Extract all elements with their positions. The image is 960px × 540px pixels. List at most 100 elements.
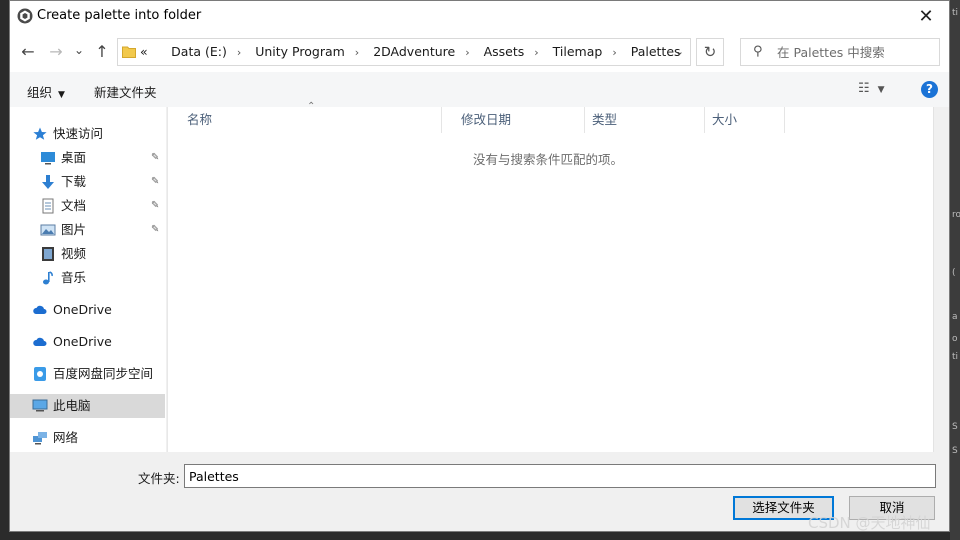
sidebar-item-label: 音乐 — [61, 270, 87, 285]
column-header-label: 修改日期 — [461, 112, 512, 127]
sidebar-item-label: 图片 — [61, 222, 87, 237]
navigation-bar: ← → ⌄ ↑ « Data (E:) › Unity Program › 2DAd… — [10, 32, 949, 72]
column-header-date[interactable]: 修改日期 — [442, 107, 585, 133]
caret-down-icon: ▼ — [58, 90, 65, 100]
sidebar-item-label: OneDrive — [53, 302, 112, 317]
sidebar-item-baidu-netdisk[interactable]: 百度网盘同步空间 — [10, 362, 165, 386]
dialog-title: Create palette into folder — [37, 8, 202, 23]
chevron-right-icon[interactable]: › — [465, 46, 469, 59]
folder-field-label: 文件夹: — [138, 471, 180, 486]
vertical-scrollbar[interactable] — [933, 107, 949, 452]
sidebar-item-onedrive[interactable]: OneDrive — [10, 298, 165, 322]
column-header-label: 类型 — [592, 112, 618, 127]
column-header-type[interactable]: 类型 — [585, 107, 705, 133]
organize-menu-button[interactable]: 组织 ▼ — [27, 82, 65, 101]
chevron-right-icon[interactable]: › — [355, 46, 359, 59]
up-button[interactable]: ↑ — [92, 42, 112, 62]
cloud-icon — [33, 337, 47, 346]
column-header-label: 名称 — [187, 112, 213, 127]
sidebar-item-label: 此电脑 — [53, 398, 91, 413]
star-icon — [33, 127, 47, 140]
background-text-fragment: S — [952, 446, 958, 456]
picture-icon — [40, 224, 56, 236]
chevron-right-icon[interactable]: › — [612, 46, 616, 59]
breadcrumb-item[interactable]: 2DAdventure — [373, 44, 455, 59]
recent-locations-button[interactable]: ⌄ — [72, 40, 86, 60]
sidebar-item-this-pc[interactable]: 此电脑 — [10, 394, 165, 418]
breadcrumb-item[interactable]: Assets — [484, 44, 525, 59]
sidebar-item-label: 桌面 — [61, 150, 87, 165]
close-button[interactable]: ✕ — [903, 1, 949, 32]
refresh-icon: ↻ — [703, 43, 717, 61]
background-text-fragment: ro — [952, 210, 960, 220]
help-icon: ? — [926, 82, 933, 96]
empty-results-message: 没有与搜索条件匹配的项。 — [472, 152, 623, 167]
breadcrumb-item[interactable]: Data (E:) — [171, 44, 227, 59]
document-icon — [42, 198, 54, 214]
organize-label: 组织 — [27, 85, 53, 100]
background-text-fragment: o — [952, 334, 958, 344]
background-text-fragment: S — [952, 422, 958, 432]
new-folder-label: 新建文件夹 — [94, 85, 157, 100]
search-icon: ⚲ — [753, 44, 763, 59]
view-list-icon: ☷ — [858, 81, 870, 96]
help-button[interactable]: ? — [921, 81, 938, 98]
pin-icon[interactable]: ✎ — [151, 194, 159, 218]
chevron-right-icon[interactable]: › — [534, 46, 538, 59]
background-text-fragment: ( — [952, 268, 956, 278]
desktop-icon — [41, 152, 55, 165]
cloud-icon — [33, 305, 47, 314]
sidebar-item-label: OneDrive — [53, 334, 112, 349]
breadcrumb-item[interactable]: Unity Program — [255, 44, 345, 59]
chevron-down-icon: ⌄ — [73, 43, 85, 57]
address-bar[interactable]: « Data (E:) › Unity Program › 2DAdventure ›… — [117, 38, 691, 66]
sidebar-item-label: 文档 — [61, 198, 87, 213]
caret-down-icon: ▼ — [877, 85, 885, 95]
search-input[interactable] — [777, 42, 933, 62]
column-header-name[interactable]: 名称 — [168, 107, 442, 133]
address-dropdown-icon[interactable]: ⌄ — [675, 45, 684, 58]
sidebar-item-pictures[interactable]: 图片 ✎ — [10, 218, 165, 242]
breadcrumb-item[interactable]: Tilemap — [553, 44, 603, 59]
sidebar-item-music[interactable]: 音乐 — [10, 266, 165, 290]
computer-icon — [32, 399, 48, 412]
unity-logo-icon — [17, 8, 33, 24]
column-header-label: 大小 — [712, 112, 738, 127]
background-text-fragment: a — [952, 312, 958, 322]
title-bar: Create palette into folder ✕ — [10, 1, 949, 32]
baidu-netdisk-icon — [34, 367, 46, 381]
sidebar-item-desktop[interactable]: 桌面 ✎ — [10, 146, 165, 170]
back-button[interactable]: ← — [18, 42, 38, 62]
sidebar-item-quick-access[interactable]: 快速访问 — [10, 122, 165, 146]
navigation-pane: 快速访问 桌面 ✎ 下载 ✎ 文档 ✎ 图片 ✎ 视频 音乐 OneDrive … — [10, 107, 166, 452]
search-box[interactable]: ⚲ — [740, 38, 940, 66]
sidebar-item-label: 百度网盘同步空间 — [53, 366, 154, 381]
background-editor-strip: ti ro ( a o ti S S — [950, 0, 960, 540]
refresh-button[interactable]: ↻ — [696, 38, 724, 66]
sidebar-item-videos[interactable]: 视频 — [10, 242, 165, 266]
pin-icon[interactable]: ✎ — [151, 146, 159, 170]
column-header-size[interactable]: 大小 — [705, 107, 785, 133]
sidebar-item-downloads[interactable]: 下载 ✎ — [10, 170, 165, 194]
background-text-fragment: ti — [952, 8, 959, 18]
new-folder-button[interactable]: 新建文件夹 — [94, 82, 157, 101]
folder-name-field[interactable] — [184, 464, 936, 488]
pin-icon[interactable]: ✎ — [151, 170, 159, 194]
download-icon — [42, 175, 54, 189]
pin-icon[interactable]: ✎ — [151, 218, 159, 242]
breadcrumb-item[interactable]: Palettes — [631, 44, 681, 59]
breadcrumb: « Data (E:) › Unity Program › 2DAdventure ›… — [140, 39, 681, 65]
forward-button[interactable]: → — [46, 42, 66, 62]
sidebar-item-network[interactable]: 网络 — [10, 426, 165, 450]
chevron-right-icon[interactable]: › — [237, 46, 241, 59]
view-options-button[interactable]: ☷ ▼ — [858, 81, 885, 96]
sidebar-item-label: 视频 — [61, 246, 87, 261]
breadcrumb-overflow[interactable]: « — [140, 44, 148, 59]
sidebar-item-onedrive[interactable]: OneDrive — [10, 330, 165, 354]
sidebar-item-label: 快速访问 — [53, 126, 104, 141]
folder-picker-dialog: Create palette into folder ✕ ← → ⌄ ↑ « D… — [9, 0, 950, 532]
arrow-right-icon: → — [49, 42, 63, 61]
folder-icon — [122, 46, 136, 58]
music-icon — [43, 271, 53, 285]
sidebar-item-documents[interactable]: 文档 ✎ — [10, 194, 165, 218]
